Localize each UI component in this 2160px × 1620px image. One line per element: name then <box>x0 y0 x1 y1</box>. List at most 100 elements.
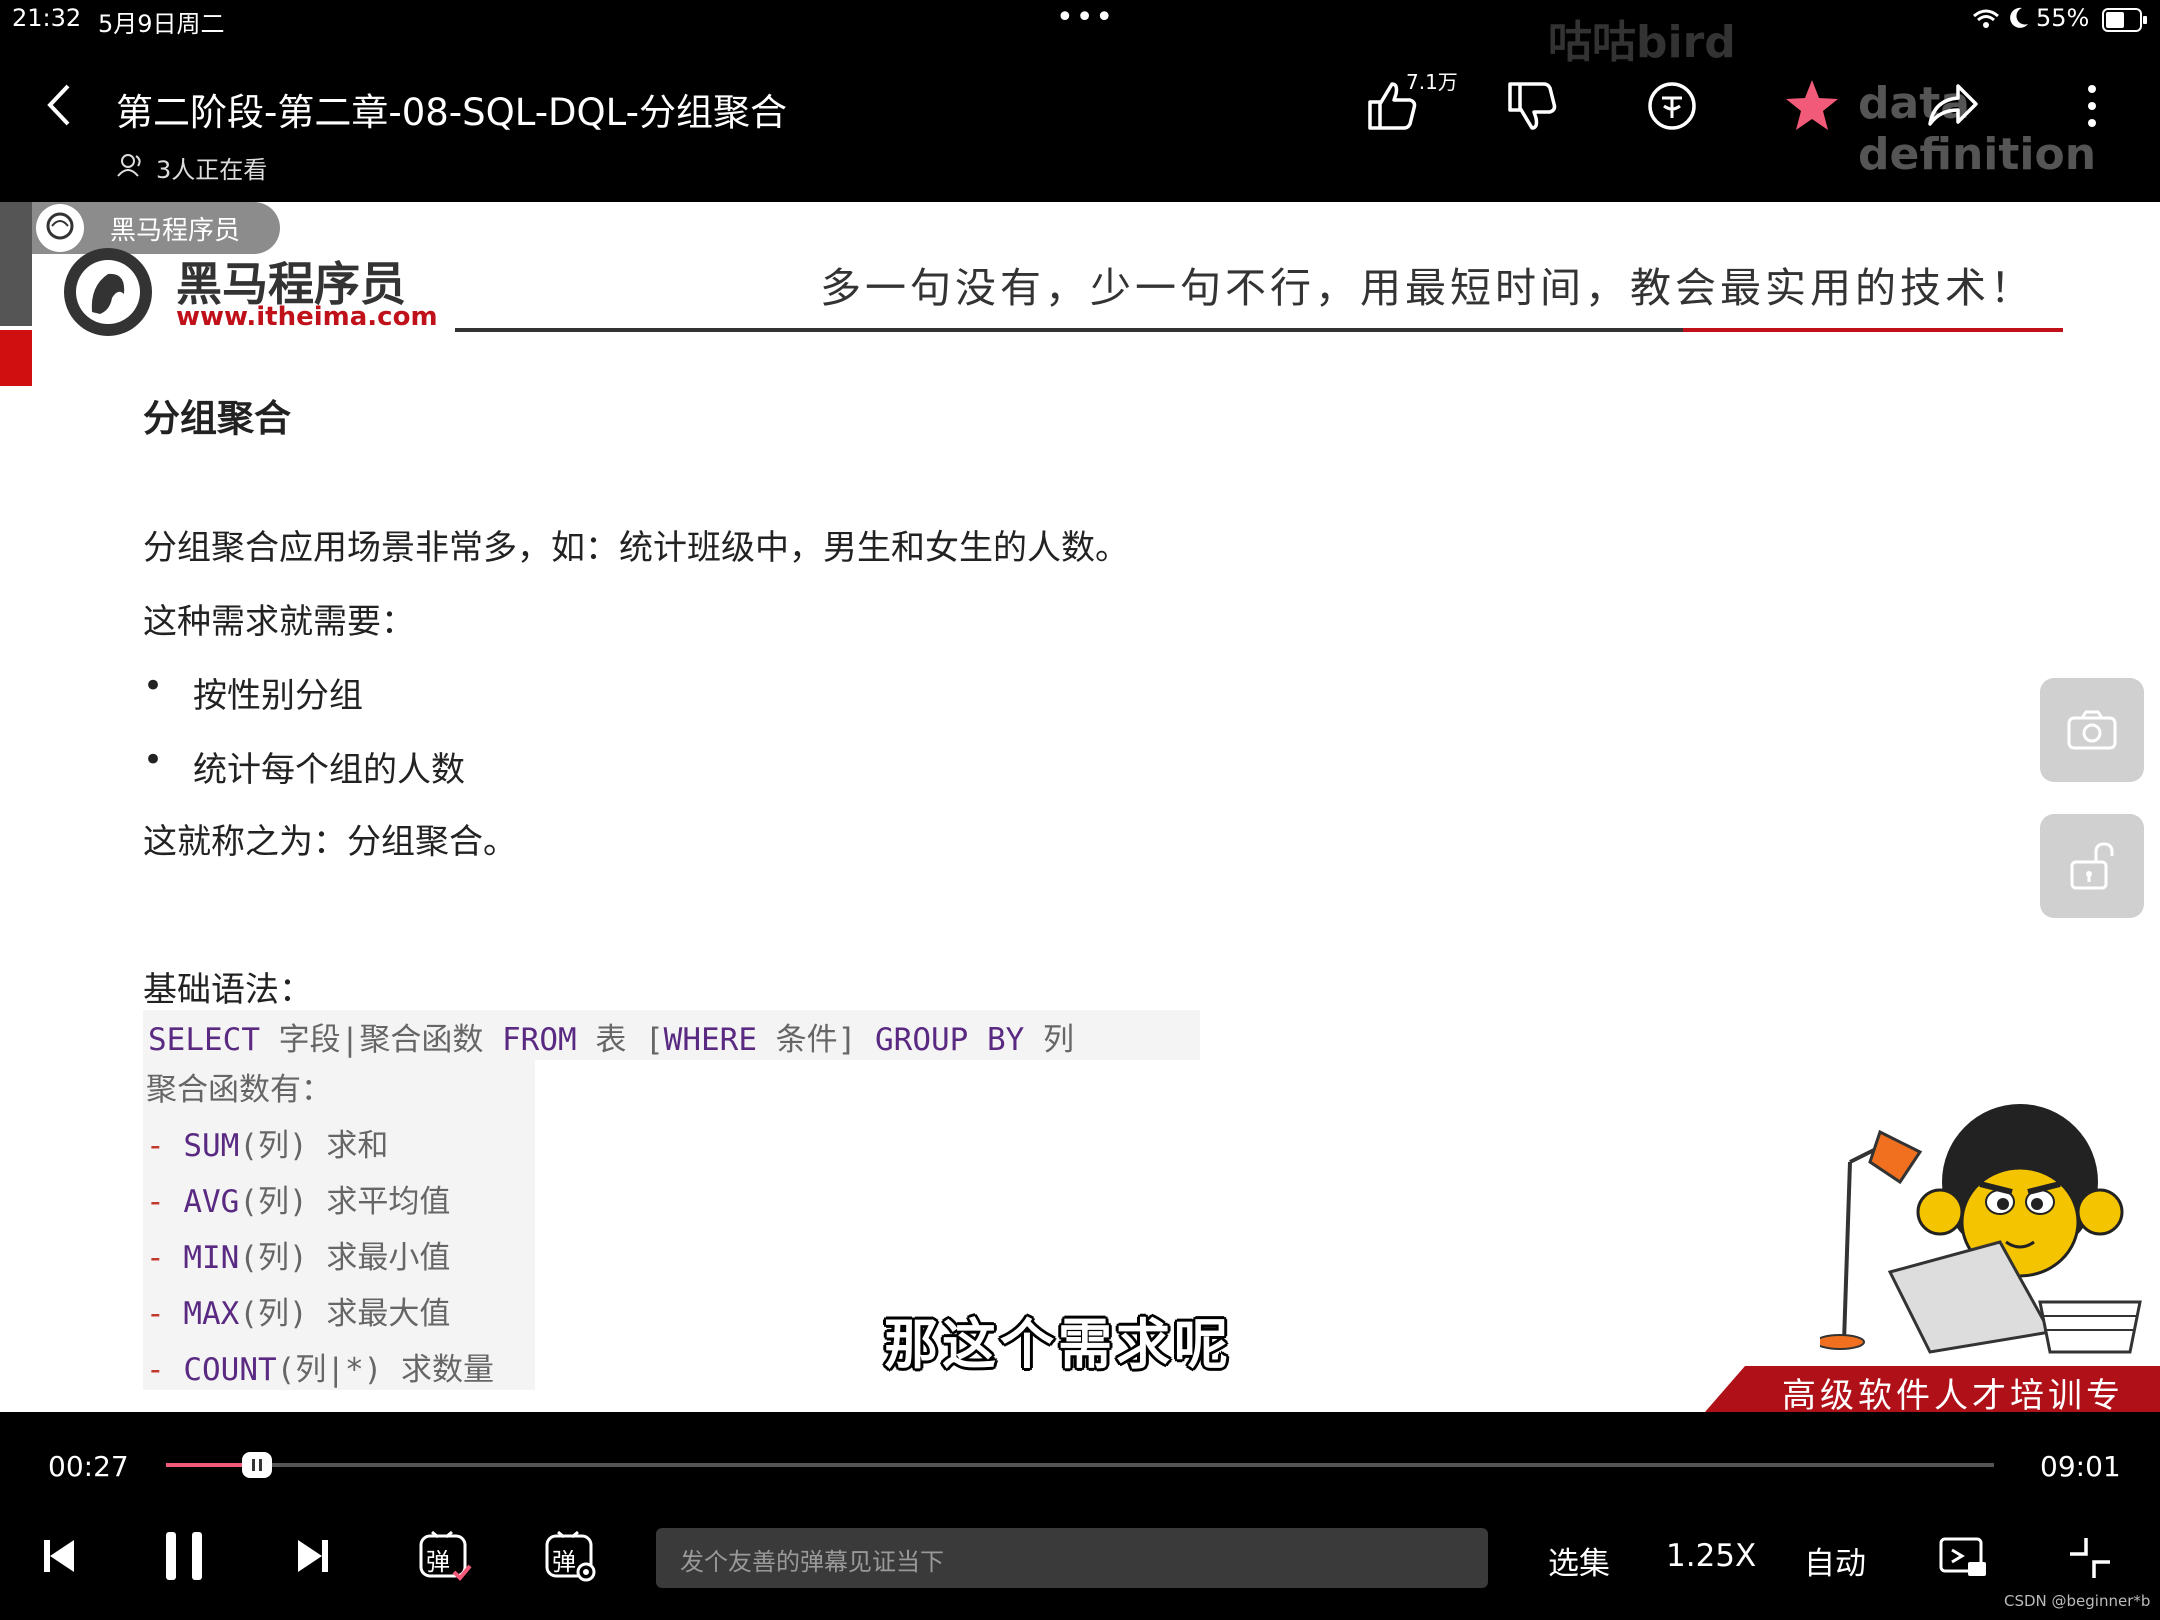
header-rule-accent <box>1683 328 2063 332</box>
code-block-bg <box>143 1060 535 1390</box>
func-desc: 求和 <box>326 1128 389 1164</box>
func-arg: (列) <box>239 1184 308 1220</box>
next-button[interactable] <box>296 1536 330 1580</box>
monkey-mascot-icon <box>1815 1102 2150 1362</box>
battery-percent: 55% <box>2036 4 2090 32</box>
thumb-grip-icon <box>252 1459 262 1471</box>
unlock-icon <box>2070 842 2114 890</box>
code-keyword: WHERE <box>663 1022 757 1058</box>
battery-icon <box>2102 8 2148 36</box>
func-arg: (列) <box>239 1128 308 1164</box>
previous-button[interactable] <box>42 1536 76 1580</box>
coin-icon <box>1648 82 1696 130</box>
coin-button[interactable] <box>1636 70 1708 142</box>
agg-func-line: - MAX(列) 求最大值 <box>146 1296 451 1332</box>
func-arg: (列) <box>239 1296 308 1332</box>
screenshot-button[interactable] <box>2040 678 2144 782</box>
danmu-label: 弹 <box>426 1548 450 1576</box>
status-date: 5月9日周二 <box>98 10 225 38</box>
episodes-button[interactable]: 选集 <box>1548 1538 1610 1583</box>
agg-func-line: - SUM(列) 求和 <box>146 1128 389 1164</box>
wifi-icon <box>1972 8 2000 34</box>
danmu-placeholder: 发个友善的弹幕见证当下 <box>680 1548 944 1576</box>
code-text: 字段|聚合函数 <box>278 1022 484 1058</box>
code-keyword: SELECT <box>148 1022 260 1058</box>
agg-title: 聚合函数有： <box>146 1072 332 1108</box>
func-arg: (列|*) <box>276 1352 383 1388</box>
viewers-icon <box>116 152 146 182</box>
status-time: 21:32 <box>12 4 82 32</box>
func-desc: 求最小值 <box>326 1240 451 1276</box>
favorite-button[interactable] <box>1776 70 1848 142</box>
more-dots-icon[interactable]: ••• <box>1056 0 1115 35</box>
agg-func-line: - MIN(列) 求最小值 <box>146 1240 451 1276</box>
quality-button[interactable]: 自动 <box>1804 1538 1866 1583</box>
code-text: 条件] <box>775 1022 857 1058</box>
progress-thumb[interactable] <box>242 1452 272 1478</box>
csdn-credit: CSDN @beginner*b <box>2004 1592 2151 1610</box>
code-syntax-line: SELECT 字段|聚合函数 FROM 表 [WHERE 条件] GROUP B… <box>148 1014 1074 1059</box>
thumbs-down-icon <box>1508 82 1557 130</box>
bullet-item: 统计每个组的人数 <box>193 750 465 790</box>
watermark-text: 咕咕bird <box>1548 17 1736 68</box>
moon-icon <box>2008 6 2030 34</box>
horse-logo-icon <box>52 238 166 338</box>
slide-accent-grey <box>0 202 32 326</box>
code-text: 列 <box>1043 1022 1074 1058</box>
more-button[interactable] <box>2056 70 2128 142</box>
viewers-count: 3人正在看 <box>156 156 268 184</box>
vertical-dots-icon <box>2088 85 2096 127</box>
func-name: COUNT <box>183 1352 277 1388</box>
code-keyword: FROM <box>502 1022 577 1058</box>
total-time: 09:01 <box>2040 1450 2121 1483</box>
slide-heading: 分组聚合 <box>143 397 291 440</box>
code-text: 表 <box>595 1022 627 1058</box>
video-frame[interactable]: 黑马程序员 黑马程序员 www.itheima.com 多一句没有，少一句不行，… <box>0 202 2160 1412</box>
pause-button[interactable] <box>162 1530 206 1586</box>
slide-accent-red <box>0 330 32 386</box>
paragraph-1: 分组聚合应用场景非常多，如：统计班级中，男生和女生的人数。 <box>143 528 1129 568</box>
back-arrow-icon <box>47 84 70 126</box>
status-bar: 21:32 5月9日周二 ••• 咕咕bird 55% <box>0 0 2160 68</box>
danmu-label: 弹 <box>552 1548 576 1576</box>
camera-icon <box>2067 710 2117 750</box>
video-subtitle: 那这个需求呢 <box>884 1313 1232 1376</box>
danmu-toggle-button[interactable]: 弹 <box>418 1530 472 1584</box>
share-button[interactable] <box>1916 70 1988 142</box>
lock-screen-button[interactable] <box>2040 814 2144 918</box>
logo-url: www.itheima.com <box>176 302 438 332</box>
star-icon <box>1786 80 1838 130</box>
progress-track[interactable] <box>166 1463 1994 1467</box>
bullet-dot: • <box>143 666 164 706</box>
cast-button[interactable] <box>1938 1536 1988 1584</box>
syntax-label: 基础语法： <box>143 970 313 1010</box>
agg-func-line: - AVG(列) 求平均值 <box>146 1184 451 1220</box>
dislike-button[interactable] <box>1496 70 1568 142</box>
code-text: [ <box>645 1022 664 1058</box>
back-button[interactable] <box>40 80 80 134</box>
pause-icon <box>166 1532 202 1580</box>
danmu-input[interactable]: 发个友善的弹幕见证当下 <box>656 1528 1488 1588</box>
paragraph-3: 这就称之为：分组聚合。 <box>143 822 517 862</box>
slogan: 多一句没有，少一句不行，用最短时间，教会最实用的技术！ <box>820 264 2035 312</box>
func-name: MIN <box>183 1240 240 1276</box>
func-desc: 求平均值 <box>326 1184 451 1220</box>
code-keyword: GROUP BY <box>875 1022 1025 1058</box>
danmu-settings-button[interactable]: 弹 <box>544 1530 598 1584</box>
like-count: 7.1万 <box>1406 70 1458 94</box>
bullet-dot: • <box>143 740 164 780</box>
paragraph-2: 这种需求就需要： <box>143 602 415 642</box>
func-desc: 求数量 <box>400 1352 494 1388</box>
skip-previous-icon <box>44 1540 74 1572</box>
speed-button[interactable]: 1.25X <box>1666 1538 1756 1574</box>
agg-func-line: - COUNT(列|*) 求数量 <box>146 1352 494 1388</box>
exit-fullscreen-button[interactable] <box>2068 1536 2112 1584</box>
func-arg: (列) <box>239 1240 308 1276</box>
skip-next-icon <box>298 1540 328 1572</box>
share-arrow-icon <box>1928 84 1978 126</box>
current-time: 00:27 <box>48 1450 129 1483</box>
banner-text: 高级软件人才培训专家 <box>1782 1376 2124 1412</box>
bullet-item: 按性别分组 <box>193 676 363 716</box>
func-name: SUM <box>183 1128 240 1164</box>
header-rule <box>455 328 1683 332</box>
